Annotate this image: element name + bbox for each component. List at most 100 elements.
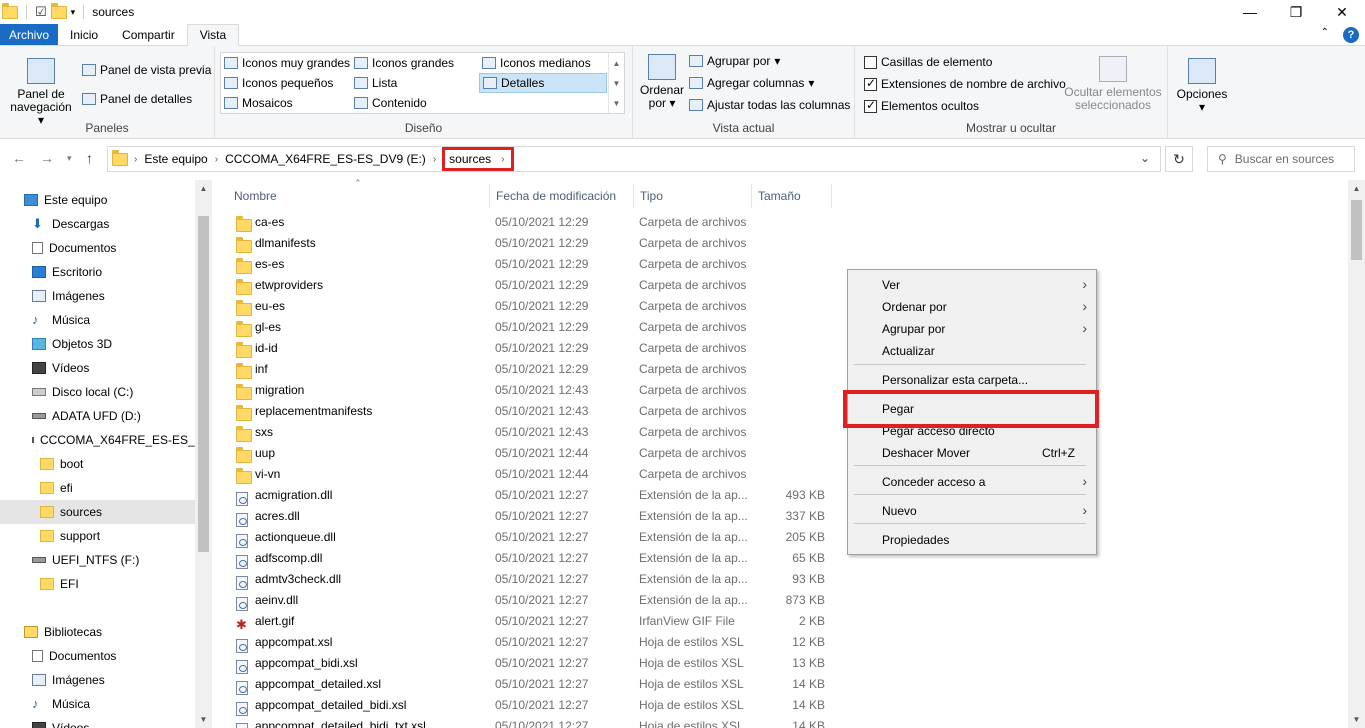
- menu-item[interactable]: Ordenar por ›: [849, 296, 1095, 318]
- nav-item[interactable]: sources: [0, 500, 196, 524]
- file-row[interactable]: acmigration.dll 05/10/2021 12:27 Extensión…: [216, 485, 1346, 506]
- file-row[interactable]: appcompat_detailed.xsl 05/10/2021 12:27 Ho…: [216, 674, 1346, 695]
- up-arrow-icon[interactable]: ↑: [86, 150, 93, 166]
- nav-item[interactable]: Este equipo: [0, 188, 196, 212]
- file-row[interactable]: id-id 05/10/2021 12:29 Carpeta de archivos: [216, 338, 1346, 359]
- nav-item[interactable]: support: [0, 524, 196, 548]
- nav-item[interactable]: efi: [0, 476, 196, 500]
- tab-inicio[interactable]: Inicio: [58, 24, 110, 45]
- file-row[interactable]: acres.dll 05/10/2021 12:27 Extensión de la…: [216, 506, 1346, 527]
- checkbox-file-extensions[interactable]: Extensiones de nombre de archivo: [864, 76, 1066, 91]
- scroll-up-icon[interactable]: ▲: [195, 184, 212, 193]
- chevron-right-icon[interactable]: ›: [132, 154, 139, 165]
- nav-item[interactable]: Imágenes: [0, 284, 196, 308]
- checkbox[interactable]: [864, 76, 877, 91]
- back-arrow-icon[interactable]: ←: [12, 150, 26, 166]
- file-row[interactable]: admtv3check.dll 05/10/2021 12:27 Extensión…: [216, 569, 1346, 590]
- gallery-expand-icon[interactable]: ▼: [613, 99, 621, 108]
- crumb-este-equipo[interactable]: Este equipo: [139, 152, 212, 166]
- file-row[interactable]: appcompat_detailed_bidi_txt.xsl 05/10/202…: [216, 716, 1346, 728]
- crumb-sources-highlight[interactable]: sources ›: [442, 147, 514, 171]
- nav-item[interactable]: ADATA UFD (D:): [0, 404, 196, 428]
- column-header-size[interactable]: Tamaño: [752, 184, 832, 208]
- chevron-right-icon[interactable]: ›: [499, 154, 506, 165]
- nav-item[interactable]: ⬇ Descargas: [0, 212, 196, 236]
- column-header-type[interactable]: Tipo: [634, 184, 752, 208]
- help-icon[interactable]: ?: [1343, 27, 1359, 43]
- fit-columns-button[interactable]: Ajustar todas las columnas: [689, 98, 850, 112]
- checkbox-hidden-items[interactable]: Elementos ocultos: [864, 98, 979, 113]
- menu-item[interactable]: Nuevo ›: [849, 500, 1095, 522]
- new-folder-icon[interactable]: [50, 2, 67, 19]
- file-row[interactable]: eu-es 05/10/2021 12:29 Carpeta de archivos: [216, 296, 1346, 317]
- nav-item[interactable]: Objetos 3D: [0, 332, 196, 356]
- preview-pane-button[interactable]: Panel de vista previa: [82, 63, 211, 77]
- checkbox[interactable]: [864, 55, 877, 69]
- close-button[interactable]: ✕: [1319, 0, 1365, 24]
- scroll-thumb[interactable]: [198, 216, 209, 552]
- nav-item[interactable]: Imágenes: [0, 668, 196, 692]
- options-button[interactable]: Opciones ▾: [1174, 58, 1230, 114]
- file-row[interactable]: inf 05/10/2021 12:29 Carpeta de archivos: [216, 359, 1346, 380]
- details-pane-button[interactable]: Panel de detalles: [82, 92, 192, 106]
- chevron-right-icon[interactable]: ›: [431, 154, 438, 165]
- restore-button[interactable]: ❐: [1273, 0, 1319, 24]
- file-row[interactable]: appcompat_bidi.xsl 05/10/2021 12:27 Hoja d…: [216, 653, 1346, 674]
- layout-tiles[interactable]: Mosaicos: [224, 96, 293, 110]
- menu-item[interactable]: Ver ›: [849, 274, 1095, 296]
- layout-large-icons[interactable]: Iconos grandes: [354, 56, 454, 70]
- tab-vista[interactable]: Vista: [186, 24, 240, 46]
- file-row[interactable]: ✱ alert.gif 05/10/2021 12:27 IrfanView GIF …: [216, 611, 1346, 632]
- file-row[interactable]: aeinv.dll 05/10/2021 12:27 Extensión de la…: [216, 590, 1346, 611]
- nav-item[interactable]: ♪ Música: [0, 308, 196, 332]
- hide-selected-button[interactable]: Ocultar elementos seleccionados: [1061, 56, 1165, 112]
- menu-item[interactable]: Propiedades: [849, 529, 1095, 551]
- file-row[interactable]: uup 05/10/2021 12:44 Carpeta de archivos: [216, 443, 1346, 464]
- gallery-down-icon[interactable]: ▼: [613, 79, 621, 88]
- menu-item[interactable]: Personalizar esta carpeta...: [849, 369, 1095, 391]
- forward-arrow-icon[interactable]: →: [40, 150, 54, 166]
- file-row[interactable]: es-es 05/10/2021 12:29 Carpeta de archivos: [216, 254, 1346, 275]
- nav-item[interactable]: UEFI_NTFS (F:): [0, 548, 196, 572]
- file-row[interactable]: etwproviders 05/10/2021 12:29 Carpeta de a…: [216, 275, 1346, 296]
- gallery-up-icon[interactable]: ▲: [613, 59, 621, 68]
- column-header-name[interactable]: Nombre: [228, 184, 490, 208]
- refresh-button[interactable]: ↻: [1165, 146, 1193, 172]
- group-by-button[interactable]: Agrupar por ▾: [689, 54, 780, 68]
- minimize-button[interactable]: —: [1227, 0, 1273, 24]
- nav-pane-button[interactable]: Panel de navegación ▾: [6, 58, 76, 127]
- customize-toolbar-icon[interactable]: ▾: [71, 7, 76, 18]
- nav-item[interactable]: Escritorio: [0, 260, 196, 284]
- search-box[interactable]: ⚲ Buscar en sources: [1207, 146, 1355, 172]
- layout-content[interactable]: Contenido: [354, 96, 427, 110]
- collapse-ribbon-icon[interactable]: ⌃: [1321, 27, 1329, 43]
- file-row[interactable]: gl-es 05/10/2021 12:29 Carpeta de archivos: [216, 317, 1346, 338]
- nav-item[interactable]: Vídeos: [0, 356, 196, 380]
- scroll-up-icon[interactable]: ▲: [1348, 184, 1365, 193]
- file-scrollbar[interactable]: ▲ ▼: [1348, 180, 1365, 728]
- gallery-scroll[interactable]: ▲ ▼ ▼: [608, 53, 624, 113]
- file-row[interactable]: migration 05/10/2021 12:43 Carpeta de arch…: [216, 380, 1346, 401]
- chevron-right-icon[interactable]: ›: [213, 154, 220, 165]
- scroll-thumb[interactable]: [1351, 200, 1362, 260]
- nav-item[interactable]: Bibliotecas: [0, 620, 196, 644]
- file-row[interactable]: vi-vn 05/10/2021 12:44 Carpeta de archivos: [216, 464, 1346, 485]
- file-row[interactable]: appcompat_detailed_bidi.xsl 05/10/2021 12…: [216, 695, 1346, 716]
- chevron-down-icon[interactable]: ⌄: [1140, 151, 1150, 165]
- file-row[interactable]: actionqueue.dll 05/10/2021 12:27 Extensión…: [216, 527, 1346, 548]
- file-row[interactable]: appcompat.xsl 05/10/2021 12:27 Hoja de est…: [216, 632, 1346, 653]
- file-row[interactable]: sxs 05/10/2021 12:43 Carpeta de archivos: [216, 422, 1346, 443]
- column-header-date[interactable]: Fecha de modificación: [490, 184, 634, 208]
- layout-extra-large-icons[interactable]: Iconos muy grandes: [224, 56, 350, 70]
- nav-scrollbar[interactable]: ▲ ▼: [195, 180, 212, 728]
- crumb-sources[interactable]: sources: [449, 152, 491, 166]
- file-row[interactable]: replacementmanifests 05/10/2021 12:43 Carp…: [216, 401, 1346, 422]
- nav-item[interactable]: EFI: [0, 572, 196, 596]
- nav-item[interactable]: Documentos: [0, 236, 196, 260]
- layout-medium-icons[interactable]: Iconos medianos: [482, 56, 591, 70]
- menu-item[interactable]: Actualizar: [849, 340, 1095, 362]
- file-row[interactable]: dlmanifests 05/10/2021 12:29 Carpeta de ar…: [216, 233, 1346, 254]
- nav-item[interactable]: boot: [0, 452, 196, 476]
- layout-list[interactable]: Lista: [354, 76, 397, 90]
- sort-by-button[interactable]: Ordenar por ▾: [637, 54, 687, 110]
